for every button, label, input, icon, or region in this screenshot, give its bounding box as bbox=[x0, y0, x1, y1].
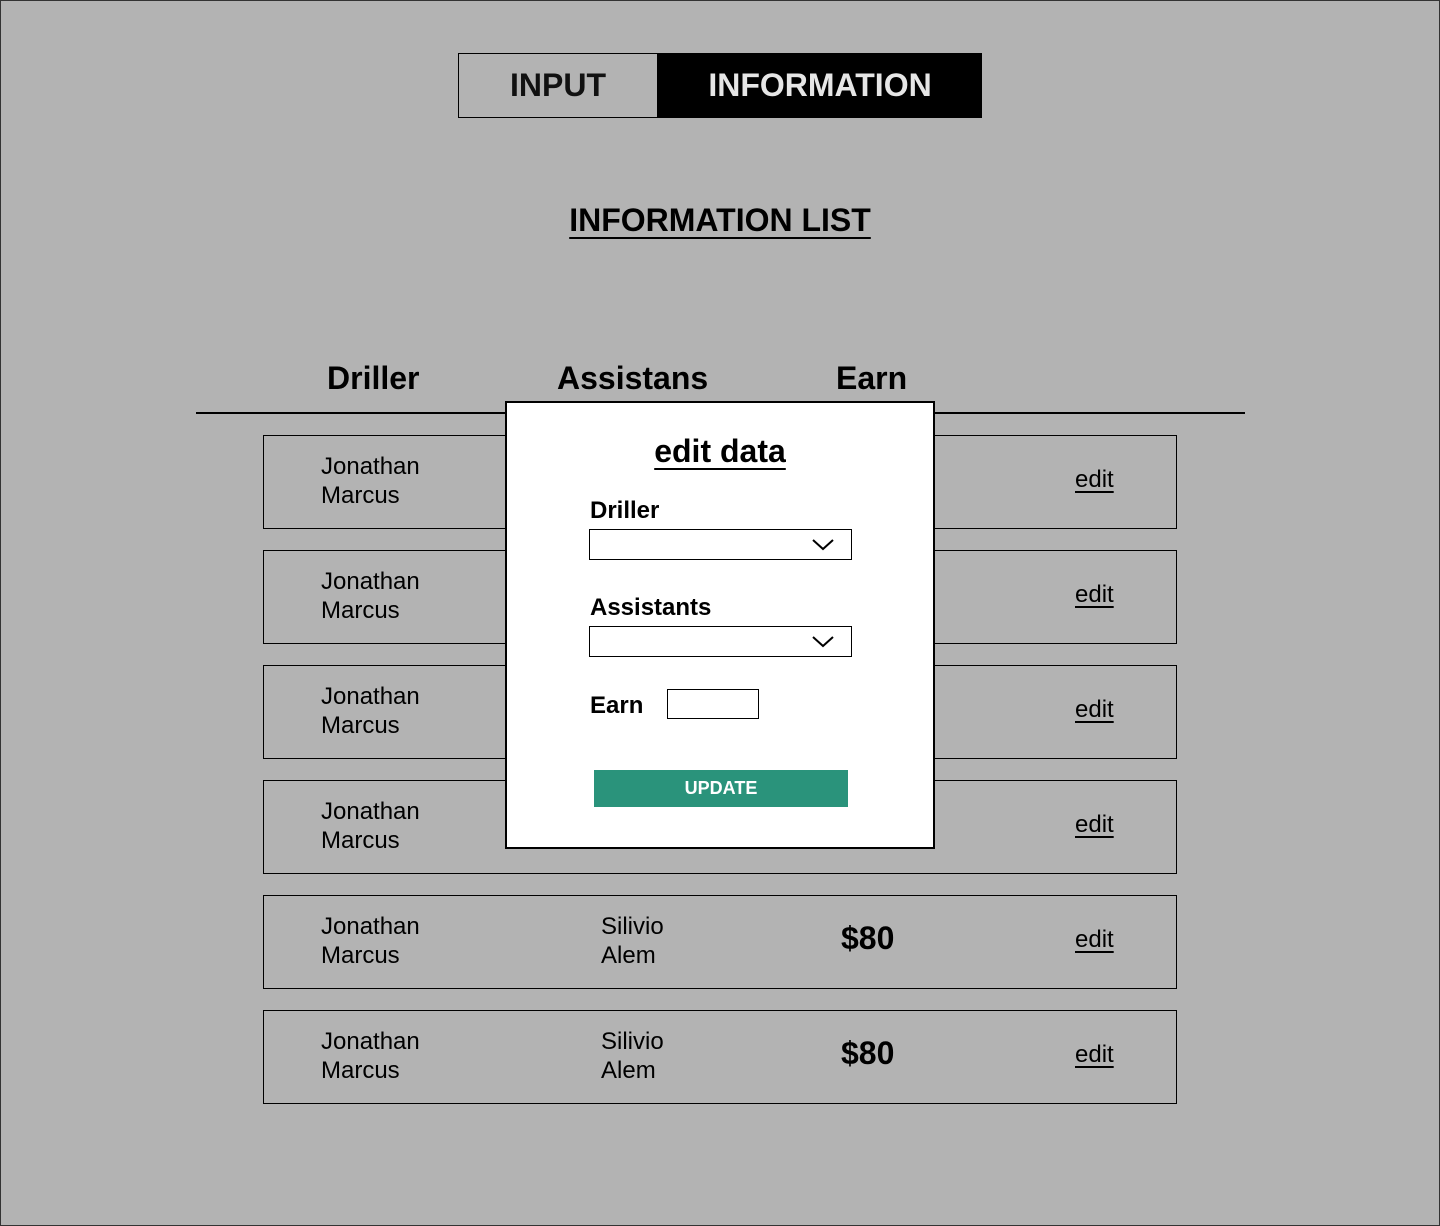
assistant-cell: SilivioAlem bbox=[601, 912, 751, 970]
assistant-cell: SilivioAlem bbox=[601, 1027, 751, 1085]
driller-cell: Jonathan Marcus bbox=[321, 1027, 501, 1085]
assistant-last-name: Alem bbox=[601, 942, 656, 969]
driller-last-name: Marcus bbox=[321, 942, 400, 969]
edit-link[interactable]: edit bbox=[1075, 926, 1114, 954]
driller-last-name: Marcus bbox=[321, 827, 400, 854]
driller-cell: Jonathan Marcus bbox=[321, 797, 501, 855]
column-header-earn: Earn bbox=[836, 360, 908, 396]
driller-cell: Jonathan Marcus bbox=[321, 682, 501, 740]
chevron-down-icon bbox=[812, 636, 834, 648]
driller-first-name: Jonathan bbox=[321, 798, 420, 825]
earn-cell: $80 bbox=[841, 1035, 895, 1071]
assistant-last-name: Alem bbox=[601, 1057, 656, 1084]
driller-last-name: Marcus bbox=[321, 1057, 400, 1084]
edit-link[interactable]: edit bbox=[1075, 1041, 1114, 1069]
assistant-first-name: Silivio bbox=[601, 913, 664, 940]
driller-first-name: Jonathan bbox=[321, 913, 420, 940]
driller-first-name: Jonathan bbox=[321, 453, 420, 480]
page-title: INFORMATION LIST bbox=[0, 202, 1440, 239]
edit-link[interactable]: edit bbox=[1075, 811, 1114, 839]
driller-cell: Jonathan Marcus bbox=[321, 452, 501, 510]
assistant-first-name: Silivio bbox=[601, 1028, 664, 1055]
edit-data-modal: edit data Driller Assistants Earn UPDATE bbox=[505, 401, 935, 849]
driller-first-name: Jonathan bbox=[321, 1028, 420, 1055]
modal-title-text: edit data bbox=[654, 433, 786, 469]
driller-last-name: Marcus bbox=[321, 597, 400, 624]
edit-link[interactable]: edit bbox=[1075, 466, 1114, 494]
table-row: JonathanMarcus SilivioAlem $80 edit bbox=[263, 1010, 1177, 1104]
column-header-driller: Driller bbox=[327, 360, 420, 396]
driller-first-name: Jonathan bbox=[321, 568, 420, 595]
driller-last-name: Marcus bbox=[321, 482, 400, 509]
edit-link[interactable]: edit bbox=[1075, 696, 1114, 724]
edit-link[interactable]: edit bbox=[1075, 581, 1114, 609]
modal-title: edit data bbox=[507, 433, 933, 470]
earn-cell: $80 bbox=[841, 920, 895, 956]
update-button[interactable]: UPDATE bbox=[594, 770, 848, 807]
earn-input[interactable] bbox=[667, 689, 759, 719]
tab-input[interactable]: INPUT bbox=[458, 53, 658, 118]
table-row: JonathanMarcus SilivioAlem $80 edit bbox=[263, 895, 1177, 989]
driller-cell: Jonathan Marcus bbox=[321, 912, 501, 970]
tab-bar: INPUT INFORMATION bbox=[458, 53, 982, 118]
tab-information[interactable]: INFORMATION bbox=[658, 53, 982, 118]
assistants-label: Assistants bbox=[590, 594, 712, 621]
earn-label: Earn bbox=[590, 692, 644, 719]
driller-first-name: Jonathan bbox=[321, 683, 420, 710]
driller-last-name: Marcus bbox=[321, 712, 400, 739]
chevron-down-icon bbox=[812, 539, 834, 551]
assistants-select[interactable] bbox=[589, 626, 852, 657]
driller-label: Driller bbox=[590, 497, 660, 524]
driller-cell: Jonathan Marcus bbox=[321, 567, 501, 625]
column-header-assistants: Assistans bbox=[557, 360, 709, 396]
page-title-text: INFORMATION LIST bbox=[569, 202, 871, 238]
driller-select[interactable] bbox=[589, 529, 852, 560]
